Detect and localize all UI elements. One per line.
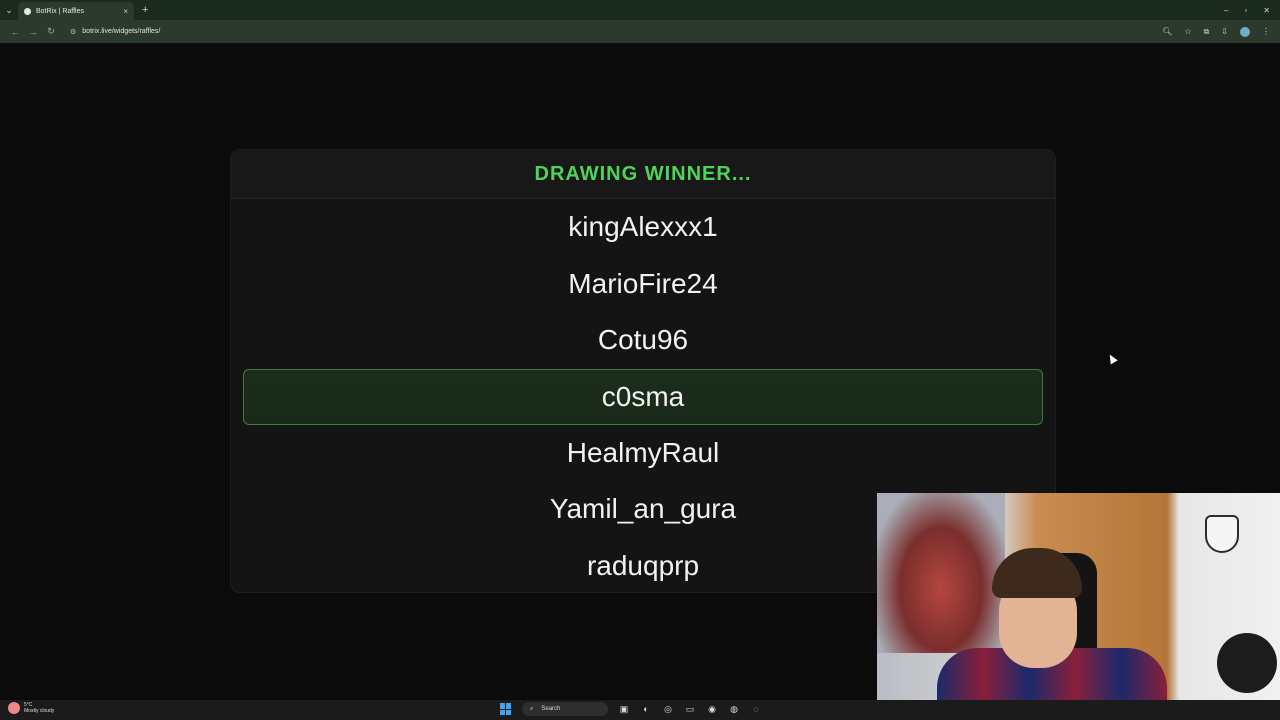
raffle-entry: kingAlexxx1 [568,211,718,243]
raffle-header: DRAWING WINNER... [231,150,1055,199]
favicon-icon [24,7,31,15]
extensions-icon[interactable]: ⧉ [1204,27,1210,37]
browser-toolbar: ← → ↻ ⚙ botrix.live/widgets/raffles/ 🔍︎ … [0,20,1280,43]
streamer [937,548,1167,720]
football-crest-icon [1205,515,1239,553]
tab-title: BotRix | Raffles [36,7,84,15]
windows-start-icon[interactable] [500,703,512,715]
raffle-entry-highlighted: c0sma [243,368,1043,425]
raffle-entry: HealmyRaul [566,436,720,468]
raffle-entry: MarioFire24 [568,267,718,299]
tab-botrix-raffles[interactable]: BotRix | Raffles × [18,2,134,20]
zoom-icon[interactable]: 🔍︎ [1162,27,1172,36]
discord-icon[interactable]: ◉ [706,703,718,715]
chrome-profile-icon[interactable]: ◍ [728,703,740,715]
window-controls: – ▫ ✕ [1224,0,1276,20]
minimize-button[interactable]: – [1224,6,1228,15]
close-window-button[interactable]: ✕ [1263,6,1270,15]
bookmark-star-icon[interactable]: ☆ [1184,27,1191,36]
search-icon: ⌕ [530,705,534,712]
app-icon[interactable]: ◌ [750,703,762,715]
tab-search-icon[interactable]: ⌄ [0,0,18,20]
weather-widget[interactable]: 5°C Mostly cloudy [8,702,54,714]
tab-close-icon[interactable]: × [123,7,128,16]
raffle-entry: Cotu96 [597,324,689,356]
menu-kebab-icon[interactable]: ⋮ [1262,27,1270,36]
reload-icon[interactable]: ↻ [42,26,60,37]
mouse-cursor-icon [1106,352,1118,365]
restore-button[interactable]: ▫ [1244,6,1247,15]
file-explorer-icon[interactable]: ▭ [684,703,696,715]
url-text: botrix.live/widgets/raffles/ [82,28,161,35]
windows-taskbar: 5°C Mostly cloudy ⌕ Search ▣ ◐ ◎ ▭ ◉ ◍ ◌ [0,700,1280,720]
back-icon[interactable]: ← [6,27,24,37]
address-bar[interactable]: ⚙ botrix.live/widgets/raffles/ [64,24,1162,40]
weather-desc: Mostly cloudy [24,708,55,714]
chrome-icon[interactable]: ◎ [662,703,674,715]
taskbar-center: ⌕ Search ▣ ◐ ◎ ▭ ◉ ◍ ◌ [500,702,762,716]
search-label: Search [541,706,561,712]
drawing-winner-title: DRAWING WINNER... [534,162,752,185]
new-tab-button[interactable]: + [142,4,148,16]
task-view-icon[interactable]: ▣ [618,703,630,715]
downloads-icon[interactable]: ⇩ [1221,27,1228,36]
site-info-icon[interactable]: ⚙ [70,28,76,36]
toolbar-icons: 🔍︎ ☆ ⧉ ⇩ ⋮ [1162,26,1270,37]
streamer-hair [992,548,1082,598]
taskbar-search[interactable]: ⌕ Search [522,702,608,716]
webcam-overlay [877,493,1280,720]
forward-icon[interactable]: → [24,27,42,37]
microphone-icon [1217,633,1277,693]
profile-avatar-icon[interactable] [1240,26,1250,37]
weather-icon [8,702,20,714]
browser-tab-strip: ⌄ BotRix | Raffles × + – ▫ ✕ [0,0,1280,20]
edge-icon[interactable]: ◐ [640,703,652,715]
